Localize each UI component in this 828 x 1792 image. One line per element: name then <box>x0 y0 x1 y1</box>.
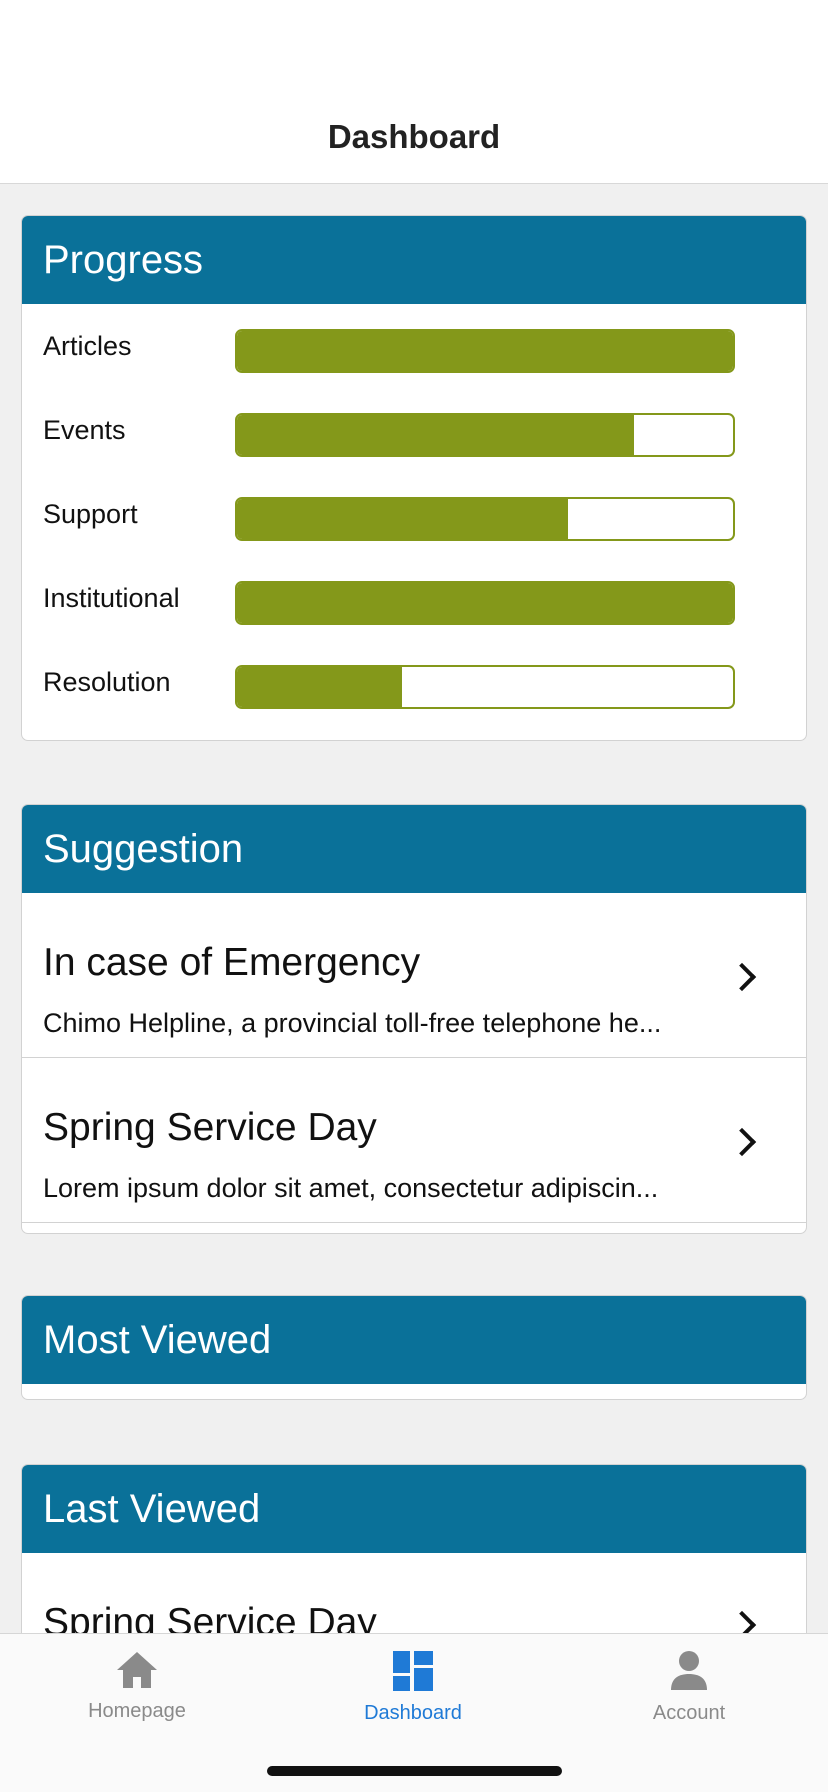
suggestion-item-spring-service-day[interactable]: Spring Service Day Lorem ipsum dolor sit… <box>22 1058 806 1223</box>
chevron-right-icon <box>727 1610 757 1633</box>
progress-label: Events <box>43 415 126 445</box>
home-icon <box>117 1652 157 1688</box>
item-subtitle: Chimo Helpline, a provincial toll-free t… <box>43 1008 662 1038</box>
progress-label: Support <box>43 499 138 529</box>
progress-bar <box>235 329 735 373</box>
progress-bar <box>235 665 735 709</box>
tab-label: Dashboard <box>364 1702 462 1724</box>
most-viewed-header: Most Viewed <box>22 1296 806 1384</box>
progress-row-institutional: Institutional <box>22 581 806 625</box>
progress-bar-fill <box>237 415 634 455</box>
progress-bar <box>235 413 735 457</box>
chevron-right-icon <box>727 962 757 992</box>
item-title: Spring Service Day <box>43 1601 377 1633</box>
progress-bar-fill <box>237 331 733 371</box>
progress-bar-fill <box>237 499 568 539</box>
dashboard-content[interactable]: Progress Articles Events Support Institu… <box>0 185 828 1633</box>
progress-card: Progress Articles Events Support Institu… <box>21 215 807 741</box>
progress-row-support: Support <box>22 497 806 541</box>
item-title: Spring Service Day <box>43 1106 377 1149</box>
progress-bar <box>235 497 735 541</box>
most-viewed-card: Most Viewed <box>21 1295 807 1400</box>
suggestion-item-emergency[interactable]: In case of Emergency Chimo Helpline, a p… <box>22 893 806 1058</box>
dashboard-icon <box>393 1651 433 1691</box>
suggestion-card: Suggestion In case of Emergency Chimo He… <box>21 804 807 1234</box>
home-indicator <box>267 1766 562 1776</box>
last-viewed-card: Last Viewed Spring Service Day <box>21 1464 807 1633</box>
progress-label: Articles <box>43 331 132 361</box>
tab-label: Homepage <box>88 1700 186 1722</box>
last-viewed-item-spring-service-day[interactable]: Spring Service Day <box>22 1553 806 1633</box>
item-subtitle: Lorem ipsum dolor sit amet, consectetur … <box>43 1173 659 1203</box>
progress-row-resolution: Resolution <box>22 665 806 709</box>
tab-account[interactable]: Account <box>589 1650 789 1740</box>
nav-bar: Dashboard <box>0 0 828 184</box>
last-viewed-header: Last Viewed <box>22 1465 806 1553</box>
tab-dashboard[interactable]: Dashboard <box>313 1650 513 1740</box>
suggestion-header: Suggestion <box>22 805 806 893</box>
progress-bar-fill <box>237 667 403 707</box>
screen: Dashboard Progress Articles Events Suppo… <box>0 0 828 1792</box>
chevron-right-icon <box>727 1127 757 1157</box>
page-title: Dashboard <box>327 118 501 155</box>
item-title: In case of Emergency <box>43 941 421 984</box>
person-icon <box>671 1651 707 1690</box>
progress-header: Progress <box>22 216 806 304</box>
progress-label: Institutional <box>43 583 180 613</box>
progress-bar-fill <box>237 583 733 623</box>
progress-bar <box>235 581 735 625</box>
tab-label: Account <box>652 1702 726 1724</box>
progress-label: Resolution <box>43 667 171 697</box>
progress-row-events: Events <box>22 413 806 457</box>
progress-row-articles: Articles <box>22 329 806 373</box>
tab-homepage[interactable]: Homepage <box>37 1650 237 1740</box>
